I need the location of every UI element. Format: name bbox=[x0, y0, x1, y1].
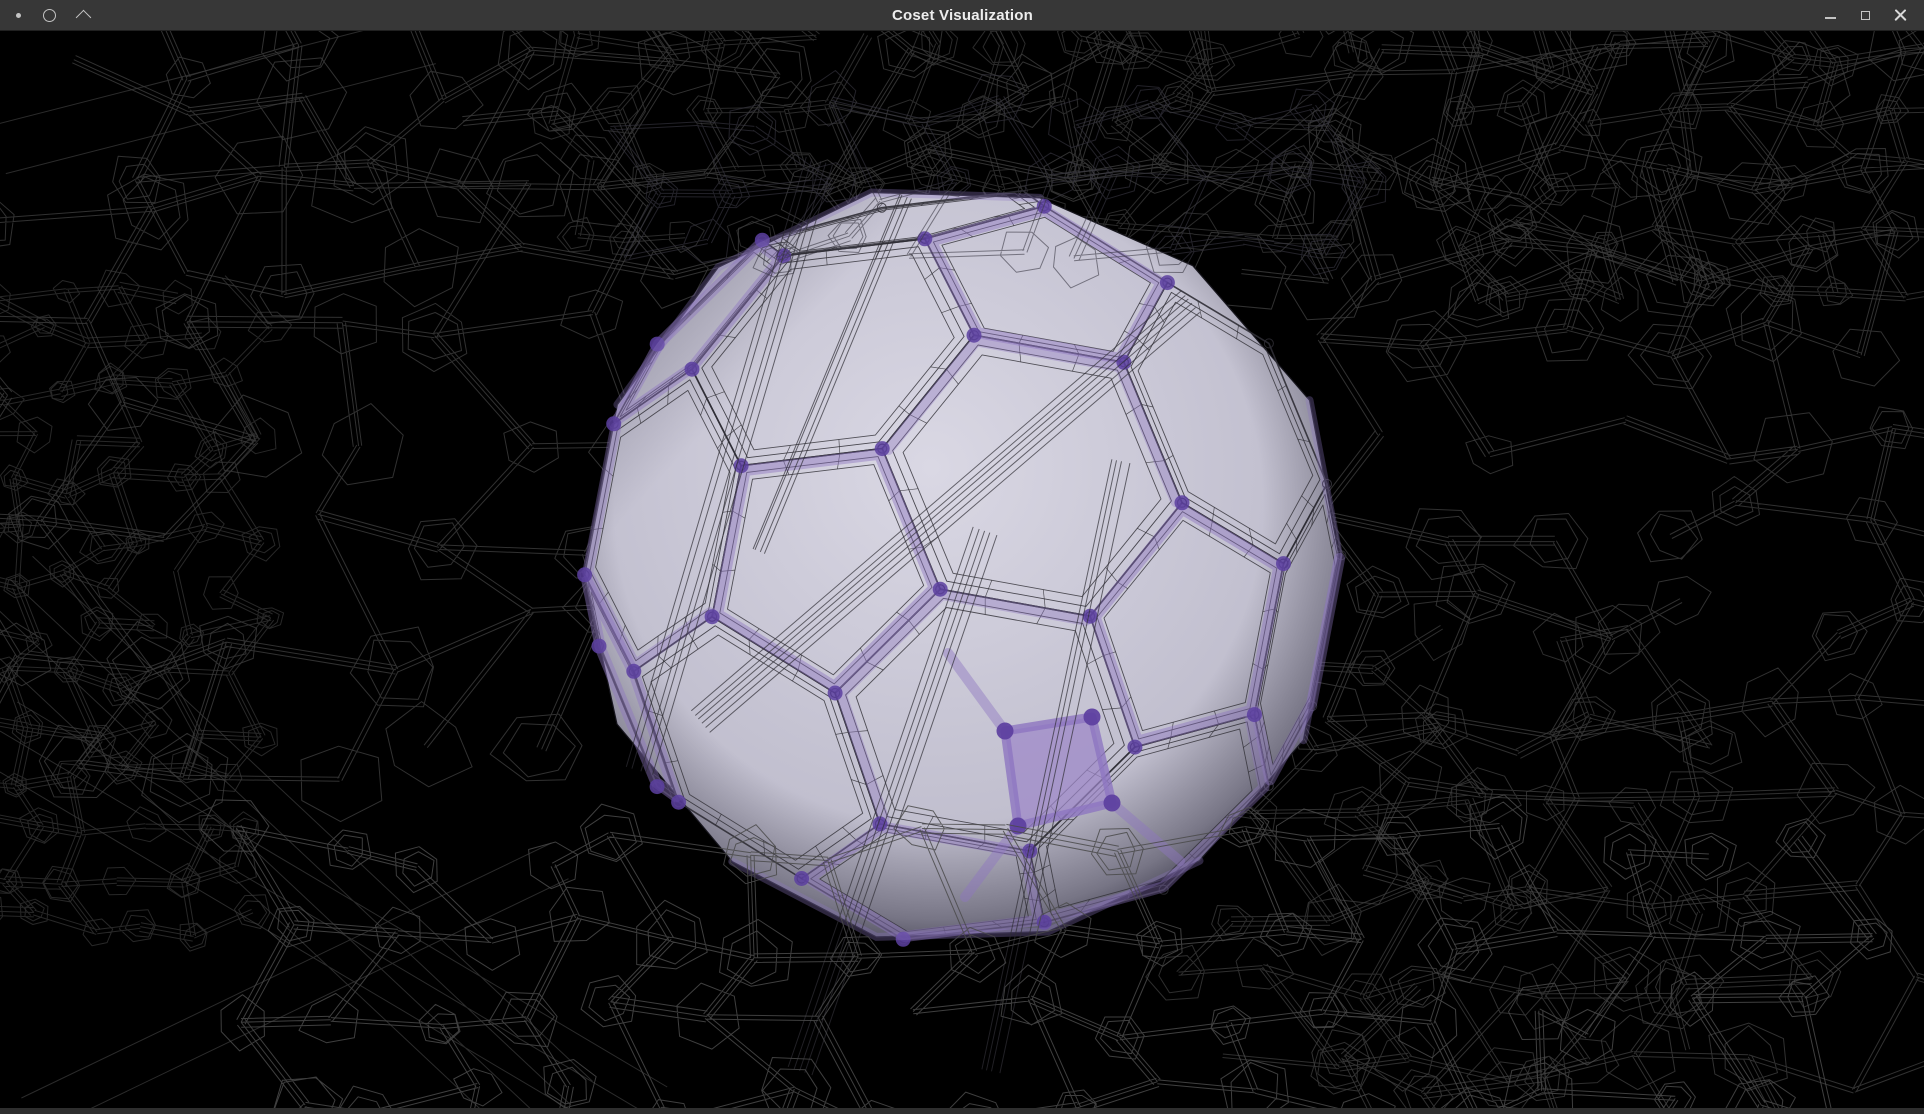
window-bottom-border bbox=[0, 1108, 1924, 1114]
window-title: Coset Visualization bbox=[246, 7, 1679, 24]
viewport-3d[interactable] bbox=[0, 31, 1924, 1108]
minimize-icon bbox=[1825, 17, 1836, 19]
window-controls bbox=[1679, 6, 1924, 24]
close-button[interactable] bbox=[1891, 6, 1909, 24]
titlebar: Coset Visualization bbox=[0, 0, 1924, 31]
minimize-button[interactable] bbox=[1821, 6, 1839, 24]
maximize-button[interactable] bbox=[1856, 6, 1874, 24]
coset-scene bbox=[0, 31, 1924, 1108]
maximize-icon bbox=[1861, 11, 1870, 20]
titlebar-left-icons bbox=[0, 7, 246, 23]
status-dot-icon bbox=[16, 13, 21, 18]
app-window: Coset Visualization bbox=[0, 0, 1924, 1114]
chevron-up-icon[interactable] bbox=[76, 10, 92, 26]
circle-icon[interactable] bbox=[43, 9, 56, 22]
